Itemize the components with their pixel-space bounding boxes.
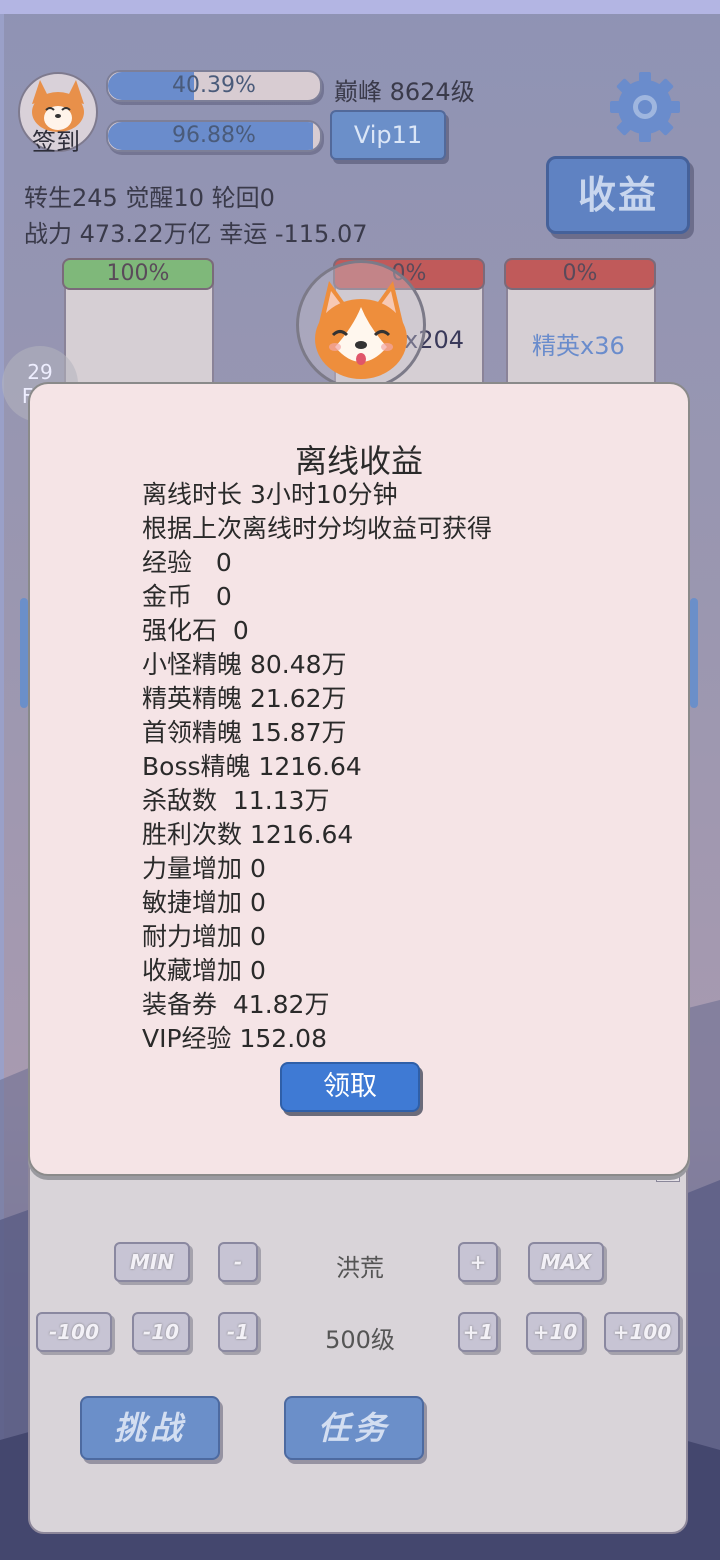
reward-line: 经验 0 [142, 548, 232, 577]
reward-line: 胜利次数 1216.64 [142, 820, 354, 849]
reward-line: Boss精魄 1216.64 [142, 752, 362, 781]
reward-line: 收藏增加 0 [142, 956, 266, 985]
reward-list: 离线时长 3小时10分钟 根据上次离线时分均收益可获得 经验 0 金币 0 强化… [142, 478, 492, 1056]
max-button[interactable]: MAX [528, 1242, 604, 1282]
plus-100-button[interactable]: +100 [604, 1312, 680, 1352]
card-1-bar: 100% [62, 258, 214, 290]
realm-label: 洪荒 [336, 1254, 384, 1282]
reward-line: 离线时长 3小时10分钟 [142, 480, 398, 509]
corgi-icon [315, 281, 407, 379]
reward-line: 耐力增加 0 [142, 922, 266, 951]
card-3-label: 精英x36 [532, 332, 625, 360]
plus-1-button[interactable]: +1 [458, 1312, 498, 1352]
reward-line: 敏捷增加 0 [142, 888, 266, 917]
income-button[interactable]: 收益 [546, 156, 690, 234]
minus-1-button[interactable]: -1 [218, 1312, 258, 1352]
gear-icon[interactable] [606, 68, 684, 146]
top-strip [0, 0, 720, 14]
plus-button[interactable]: + [458, 1242, 498, 1282]
task-button[interactable]: 任务 [284, 1396, 424, 1460]
stats-line-1: 转生245 觉醒10 轮回0 [24, 184, 275, 212]
offline-income-dialog: 离线收益 离线时长 3小时10分钟 根据上次离线时分均收益可获得 经验 0 金币… [28, 382, 690, 1176]
peak-level: 巅峰 8624级 [334, 78, 475, 106]
level-label: 500级 [325, 1326, 395, 1354]
corgi-mascot[interactable] [296, 260, 426, 390]
progress-bar-1: 40.39% [106, 70, 322, 102]
signin-label[interactable]: 签到 [18, 122, 94, 157]
challenge-button[interactable]: 挑战 [80, 1396, 220, 1460]
minus-button[interactable]: - [218, 1242, 258, 1282]
reward-line: 小怪精魄 80.48万 [142, 650, 347, 679]
vip-button[interactable]: Vip11 [330, 110, 446, 160]
min-button[interactable]: MIN [114, 1242, 190, 1282]
minus-10-button[interactable]: -10 [132, 1312, 190, 1352]
progress-bar-2-text: 96.88% [172, 123, 256, 148]
reward-line: 杀敌数 11.13万 [142, 786, 330, 815]
reward-line: 金币 0 [142, 582, 232, 611]
plus-10-button[interactable]: +10 [526, 1312, 584, 1352]
reward-line: 首领精魄 15.87万 [142, 718, 347, 747]
fps-value: 29 [27, 360, 53, 384]
left-side-tab [20, 598, 28, 708]
reward-line: 精英精魄 21.62万 [142, 684, 347, 713]
progress-bar-2: 96.88% [106, 120, 322, 152]
card-3-bar: 0% [504, 258, 656, 290]
minus-100-button[interactable]: -100 [36, 1312, 112, 1352]
reward-line: 力量增加 0 [142, 854, 266, 883]
reward-line: 装备券 41.82万 [142, 990, 330, 1019]
dialog-title: 离线收益 [294, 442, 423, 480]
claim-button[interactable]: 领取 [280, 1062, 420, 1112]
reward-line: 根据上次离线时分均收益可获得 [142, 514, 493, 543]
reward-line: 强化石 0 [142, 616, 249, 645]
right-side-tab [690, 598, 698, 708]
reward-line: VIP经验 152.08 [142, 1024, 327, 1053]
stats-line-2: 战力 473.22万亿 幸运 -115.07 [24, 220, 368, 248]
progress-bar-1-text: 40.39% [172, 73, 256, 98]
